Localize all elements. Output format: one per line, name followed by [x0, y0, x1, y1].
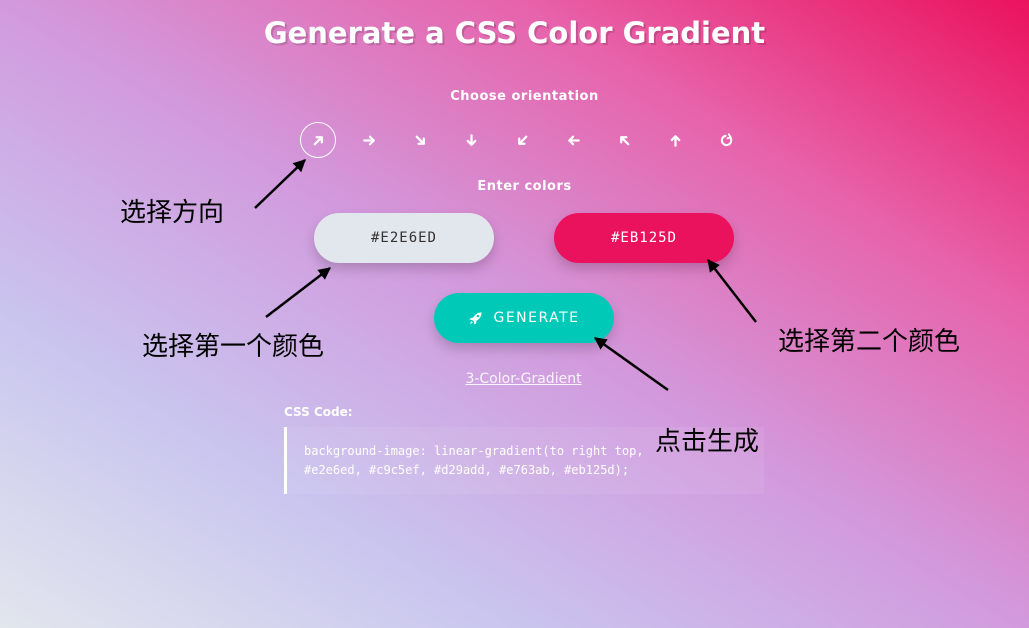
annotation-arrow-first-color — [265, 267, 331, 318]
arrow-up-right-icon — [313, 135, 323, 145]
orientation-options — [300, 122, 759, 158]
three-color-gradient-link[interactable]: 3-Color-Gradient — [0, 371, 1029, 387]
rocket-icon — [469, 311, 483, 325]
generate-button[interactable]: GENERATE — [434, 293, 614, 343]
orient-to-left-top-button[interactable] — [606, 122, 642, 158]
orientation-label: Choose orientation — [450, 89, 599, 104]
annotation-choose-orientation: 选择方向 — [120, 198, 225, 228]
orient-to-left-button[interactable] — [555, 122, 591, 158]
orient-to-right-button[interactable] — [351, 122, 387, 158]
annotation-choose-first-color: 选择第一个颜色 — [142, 332, 325, 362]
css-code-label: CSS Code: — [284, 405, 353, 419]
arrow-up-left-icon — [619, 135, 629, 145]
annotation-arrow-second-color — [707, 259, 757, 323]
orient-radial-button[interactable] — [708, 122, 744, 158]
generate-label: GENERATE — [493, 310, 580, 326]
css-code-line-2: #e2e6ed, #c9c5ef, #d29add, #e763ab, #eb1… — [304, 463, 630, 477]
first-color-input[interactable] — [314, 213, 494, 263]
orient-to-right-top-button[interactable] — [300, 122, 336, 158]
orient-to-bottom-button[interactable] — [453, 122, 489, 158]
annotation-click-generate: 点击生成 — [655, 427, 760, 457]
arrow-left-icon — [567, 135, 580, 145]
orient-to-left-bottom-button[interactable] — [504, 122, 540, 158]
arrow-right-icon — [362, 135, 375, 145]
orient-to-top-button[interactable] — [657, 122, 693, 158]
arrow-up-icon — [670, 134, 680, 147]
annotation-choose-second-color: 选择第二个颜色 — [778, 327, 961, 357]
arrow-down-right-icon — [415, 135, 425, 145]
orient-to-right-bottom-button[interactable] — [402, 122, 438, 158]
page-title: Generate a CSS Color Gradient — [263, 16, 766, 50]
rotate-icon — [720, 132, 732, 146]
second-color-input[interactable] — [554, 213, 734, 263]
arrow-down-icon — [466, 133, 476, 146]
arrow-down-left-icon — [517, 135, 527, 145]
